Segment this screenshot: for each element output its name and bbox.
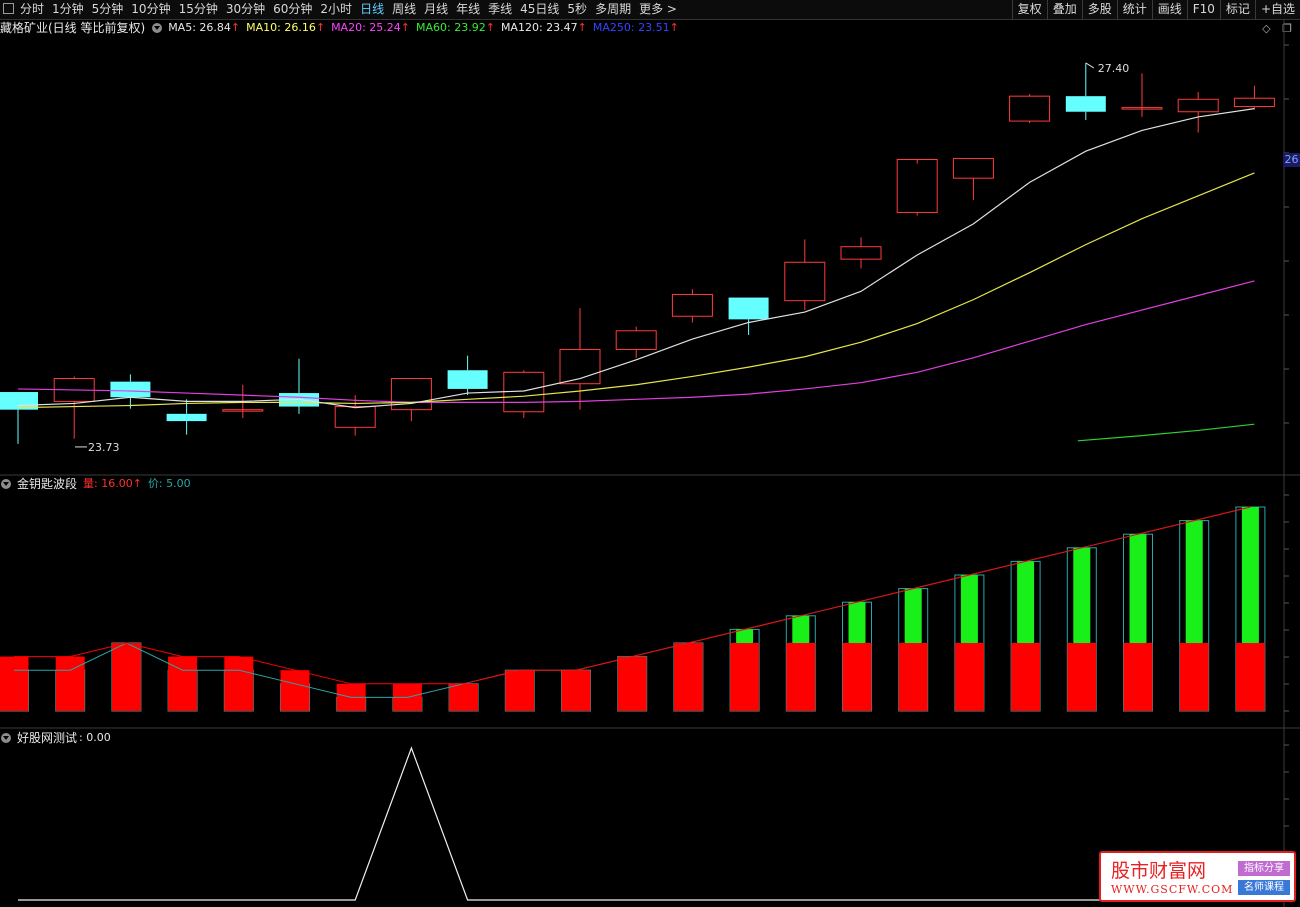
price-bar [842, 643, 872, 711]
price-bar [1011, 643, 1041, 711]
current-price-tag: 26 [1283, 153, 1300, 167]
price-bar [505, 670, 535, 711]
price-bar [1235, 643, 1265, 711]
indicator1-name: 金钥匙波段 [17, 477, 78, 491]
candle-body [334, 406, 376, 428]
candle-body [1177, 98, 1219, 113]
collapse-icon[interactable] [1, 733, 11, 743]
price-bar [224, 656, 254, 711]
price-bar [111, 643, 141, 711]
candle-body [166, 413, 207, 422]
price-bar [730, 643, 760, 711]
candle-body [1233, 97, 1275, 108]
candlestick-series [0, 62, 1275, 444]
ma60-line [1077, 423, 1255, 442]
test-signal-line [18, 746, 1255, 901]
vol-excess-bar [904, 588, 922, 643]
candle-body [671, 293, 713, 317]
vol-excess-bar [792, 615, 810, 643]
price-bar [1179, 643, 1209, 711]
trend-line [632, 506, 1251, 658]
test-indicator [18, 746, 1255, 901]
price-bar [786, 643, 816, 711]
legend-item: 价: 5.00 [147, 477, 191, 490]
indicator1-values: 量: 16.00↑ 价: 5.00 [83, 476, 197, 492]
low-price-label: 23.73 [88, 441, 120, 454]
watermark-tag-courses: 名师课程 [1238, 880, 1290, 895]
candle-body [728, 297, 769, 320]
kline-chart: 27.40 23.73 [0, 20, 1300, 907]
watermark-title: 股市财富网 [1111, 860, 1207, 882]
candle-body [110, 381, 151, 398]
price-line [14, 642, 633, 685]
moving-average-lines [17, 108, 1255, 442]
vol-excess-bar [1073, 547, 1091, 643]
indicator2-name: 好股网测试 [17, 731, 78, 745]
up-arrow-icon: ↑ [132, 477, 142, 490]
candle-body [1009, 95, 1051, 122]
price-bar [898, 643, 928, 711]
indicator2-value: : 0.00 [79, 731, 111, 744]
candle-body [447, 370, 488, 389]
ma5-line [17, 108, 1255, 409]
collapse-icon[interactable] [1, 479, 11, 489]
vol-excess-bar [736, 629, 754, 643]
price-bar [617, 656, 647, 711]
ma10-line [17, 172, 1255, 409]
price-bar [449, 683, 479, 711]
indicator1-header: 金钥匙波段 量: 16.00↑ 价: 5.00 [0, 476, 203, 492]
vol-excess-bar [960, 575, 978, 643]
vol-excess-bar [1241, 507, 1259, 643]
candle-body [615, 330, 657, 350]
candle-body [896, 158, 938, 213]
vol-excess-bar [1129, 534, 1147, 643]
indicator2-header: 好股网测试 : 0.00 [0, 730, 117, 746]
price-bar [561, 670, 591, 711]
price-bar [1067, 643, 1097, 711]
candle-body [1065, 96, 1106, 112]
watermark-url: WWW.GSCFW.COM [1111, 883, 1234, 896]
site-watermark: 股市财富网 WWW.GSCFW.COM 指标分享 名师课程 [1099, 851, 1296, 902]
vol-excess-bar [1185, 520, 1203, 643]
golden-key-indicator [0, 506, 1266, 712]
price-bar [1123, 643, 1153, 711]
candle-body [840, 246, 882, 260]
vol-excess-bar [1017, 561, 1035, 643]
price-bar [280, 670, 310, 711]
price-bar [0, 656, 29, 711]
watermark-tag-indicators: 指标分享 [1238, 861, 1290, 876]
candle-body [952, 157, 994, 179]
price-bar [954, 643, 984, 711]
vol-excess-bar [848, 602, 866, 643]
candle-body [784, 261, 826, 302]
price-bar [673, 643, 703, 711]
legend-item: 量: 16.00↑ [83, 477, 142, 490]
high-price-label: 27.40 [1098, 62, 1130, 75]
high-marker [1085, 62, 1095, 69]
